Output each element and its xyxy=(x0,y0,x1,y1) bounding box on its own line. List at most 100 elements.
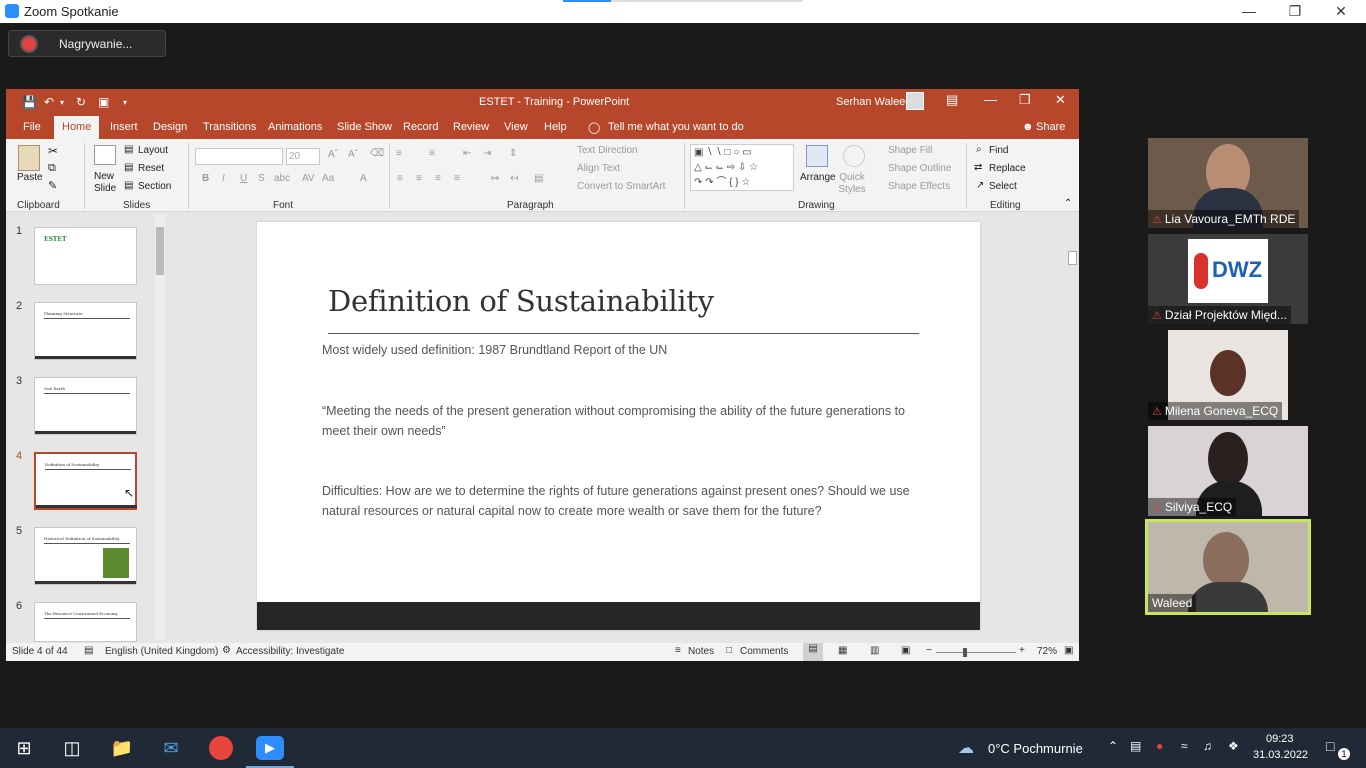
arrange-icon[interactable] xyxy=(806,145,828,167)
menu-help[interactable]: Help xyxy=(544,121,567,133)
copy-icon[interactable]: ⧉ xyxy=(48,162,56,175)
replace-button[interactable]: Replace xyxy=(989,163,1026,174)
quick-styles-icon[interactable] xyxy=(843,145,865,167)
arrange-button[interactable]: Arrange xyxy=(800,172,836,183)
menu-file[interactable]: File xyxy=(23,121,41,133)
thumbnail-slide-1[interactable]: ESTET xyxy=(34,227,137,285)
thumbnail-slide-2[interactable]: Planning Structure xyxy=(34,302,137,360)
layout-button[interactable]: Layout xyxy=(138,145,168,156)
tell-me-search[interactable]: Tell me what you want to do xyxy=(608,121,744,133)
wifi-icon[interactable]: ≈ xyxy=(1181,739,1188,753)
new-slide-icon[interactable] xyxy=(94,145,116,165)
windows-start-icon[interactable]: ⊞ xyxy=(12,736,36,760)
menu-view[interactable]: View xyxy=(504,121,528,133)
fit-to-window-icon[interactable]: ▣ xyxy=(1064,645,1073,656)
menu-design[interactable]: Design xyxy=(153,121,187,133)
align-right-icon[interactable]: ≡ xyxy=(435,173,441,184)
slide-counter[interactable]: Slide 4 of 44 xyxy=(12,646,68,657)
file-explorer-icon[interactable]: 📁 xyxy=(110,736,134,760)
collapse-ribbon-icon[interactable]: ⌃ xyxy=(1064,198,1072,209)
chrome-icon[interactable] xyxy=(209,736,233,760)
scrollbar-thumb[interactable] xyxy=(156,227,164,275)
zoom-slider-thumb[interactable] xyxy=(963,648,967,657)
zoom-out-icon[interactable]: − xyxy=(926,645,932,656)
undo-icon[interactable]: ↶ xyxy=(44,95,54,109)
align-center-icon[interactable]: ≡ xyxy=(416,173,422,184)
paste-button[interactable]: Paste xyxy=(17,172,43,183)
menu-animations[interactable]: Animations xyxy=(268,121,322,133)
notifications-icon[interactable]: □ xyxy=(1326,738,1334,754)
spelling-icon[interactable]: ▤ xyxy=(84,645,93,656)
restore-icon[interactable]: ❐ xyxy=(1272,0,1318,23)
language-status[interactable]: English (United Kingdom) xyxy=(105,646,218,657)
menu-slide-show[interactable]: Slide Show xyxy=(337,121,392,133)
columns-icon[interactable]: ▤ xyxy=(534,173,543,184)
security-icon[interactable]: ● xyxy=(1156,739,1163,753)
task-view-icon[interactable]: ◫ xyxy=(60,736,84,760)
ltr-icon[interactable]: ↤ xyxy=(510,173,518,184)
zoom-taskbar-icon[interactable]: ▶ xyxy=(256,736,284,760)
shadow-icon[interactable]: S xyxy=(258,173,265,184)
bullets-icon[interactable]: ≡ xyxy=(396,148,402,159)
thumbnail-slide-5[interactable]: Historical Definition of Sustainability xyxy=(34,527,137,585)
decrease-indent-icon[interactable]: ⇤ xyxy=(463,148,471,159)
participant-tile-3[interactable]: ⚠ Milena Goneva_ECQ xyxy=(1148,330,1308,420)
shapes-gallery[interactable]: ▣ ∖ ∖ □ ○ ▭ △ ⌙ ⌙ ⇨ ⇩ ☆ ↷ ↷ ⌒ { } ☆ xyxy=(690,144,794,191)
slide-sorter-icon[interactable]: ▦ xyxy=(838,645,847,656)
redo-icon[interactable]: ↻ xyxy=(76,95,86,109)
font-size-input[interactable]: 20 xyxy=(286,148,320,165)
menu-review[interactable]: Review xyxy=(453,121,489,133)
notes-button[interactable]: Notes xyxy=(688,646,714,657)
slide-paragraph-1[interactable]: Most widely used definition: 1987 Brundt… xyxy=(322,340,922,360)
clear-formatting-icon[interactable]: ⌫ xyxy=(370,148,384,159)
normal-view-icon[interactable]: ▤ xyxy=(803,643,823,661)
zoom-level[interactable]: 72% xyxy=(1037,646,1057,657)
dropbox-icon[interactable]: ❖ xyxy=(1228,739,1239,753)
underline-icon[interactable]: U xyxy=(240,173,247,184)
share-icon[interactable]: ☻ xyxy=(1022,121,1034,133)
clock-time[interactable]: 09:23 xyxy=(1266,733,1294,745)
start-from-beginning-icon[interactable]: ▣ xyxy=(98,95,109,109)
clock-date[interactable]: 31.03.2022 xyxy=(1253,749,1308,761)
align-left-icon[interactable]: ≡ xyxy=(397,173,403,184)
increase-font-icon[interactable]: Aˆ xyxy=(328,149,338,160)
reset-button[interactable]: Reset xyxy=(138,163,164,174)
share-button[interactable]: Share xyxy=(1036,121,1065,133)
strikethrough-icon[interactable]: abc xyxy=(274,173,290,184)
character-spacing-icon[interactable]: AV xyxy=(302,173,315,184)
font-name-input[interactable] xyxy=(195,148,283,165)
quick-styles-button[interactable]: Quick Styles xyxy=(837,172,867,196)
ribbon-display-icon[interactable]: ▤ xyxy=(946,92,958,108)
ppt-minimize-icon[interactable]: — xyxy=(984,92,997,107)
menu-record[interactable]: Record xyxy=(403,121,438,133)
find-button[interactable]: Find xyxy=(989,145,1008,156)
shape-outline-button[interactable]: Shape Outline xyxy=(888,163,951,174)
reading-view-icon[interactable]: ▥ xyxy=(870,645,879,656)
slide-title[interactable]: Definition of Sustainability xyxy=(328,284,714,318)
zoom-in-icon[interactable]: + xyxy=(1019,645,1025,656)
convert-smartart-button[interactable]: Convert to SmartArt xyxy=(577,181,665,192)
recording-indicator[interactable]: Nagrywanie... xyxy=(8,30,166,57)
shape-effects-button[interactable]: Shape Effects xyxy=(888,181,950,192)
accessibility-status[interactable]: Accessibility: Investigate xyxy=(236,646,344,657)
avatar[interactable] xyxy=(906,92,924,110)
weather-text[interactable]: 0°C Pochmurnie xyxy=(988,741,1083,756)
slide-scrollbar[interactable] xyxy=(1067,213,1079,625)
slideshow-icon[interactable]: ▣ xyxy=(901,645,910,656)
menu-insert[interactable]: Insert xyxy=(110,121,138,133)
outlook-icon[interactable]: ✉ xyxy=(159,736,183,760)
increase-indent-icon[interactable]: ⇥ xyxy=(483,148,491,159)
numbering-icon[interactable]: ≡ xyxy=(429,148,435,159)
change-case-icon[interactable]: Aa xyxy=(322,173,334,184)
thumbnail-scrollbar[interactable] xyxy=(155,215,165,639)
thumbnail-slide-3[interactable]: One Earth xyxy=(34,377,137,435)
comments-button[interactable]: Comments xyxy=(740,646,788,657)
participant-tile-1[interactable]: ⚠ Lia Vavoura_EMTh RDE xyxy=(1148,138,1308,228)
justify-icon[interactable]: ≡ xyxy=(454,173,460,184)
chevron-up-icon[interactable]: ⌃ xyxy=(1108,739,1118,753)
customize-toolbar-icon[interactable]: ▾ xyxy=(123,98,127,107)
align-text-button[interactable]: Align Text xyxy=(577,163,620,174)
ppt-close-icon[interactable]: ✕ xyxy=(1055,92,1066,108)
save-icon[interactable]: 💾 xyxy=(22,95,37,109)
volume-icon[interactable]: ♫ xyxy=(1203,739,1212,753)
